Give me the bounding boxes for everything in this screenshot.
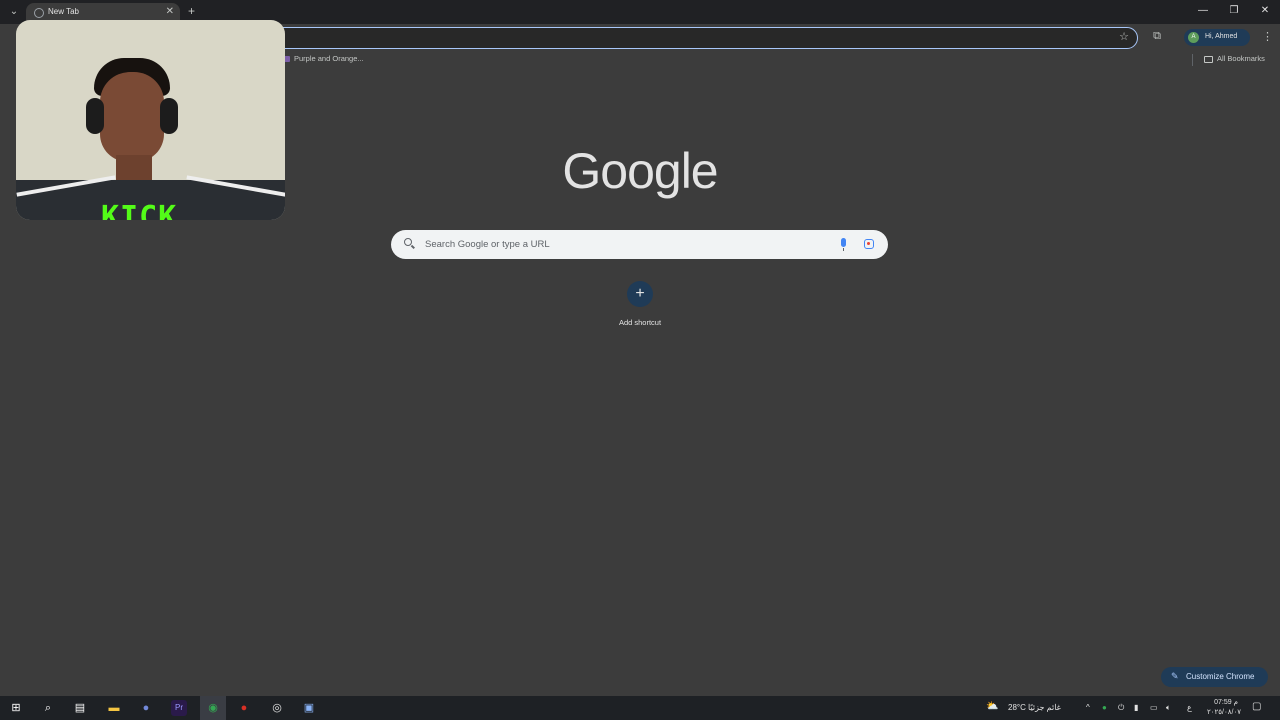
avatar: A — [1188, 32, 1199, 43]
search-box[interactable] — [391, 230, 888, 259]
network-icon[interactable]: ▭ — [1150, 703, 1158, 712]
start-icon[interactable]: ⊞ — [8, 700, 24, 716]
opera-gx-icon[interactable]: ● — [236, 700, 252, 716]
close-window-button[interactable]: ✕ — [1255, 3, 1275, 19]
chrome-favicon-icon — [34, 8, 44, 18]
address-bar[interactable]: ☆ — [260, 27, 1138, 49]
add-shortcut-label: Add shortcut — [618, 318, 662, 327]
folder-icon — [1204, 55, 1213, 63]
minimize-button[interactable]: — — [1193, 3, 1213, 19]
google-logo: Google — [562, 143, 718, 199]
taskbar: ⊞ ⌕ ▤ ▬ ● Pr ◉ ● ◎ ▣ ⛅ 28°C غائم جزئيًا … — [0, 696, 1280, 720]
tab-search-icon[interactable]: ⌄ — [6, 4, 22, 20]
weather-icon[interactable]: ⛅ — [986, 701, 998, 712]
search-icon — [404, 238, 412, 246]
headphone-icon — [160, 98, 178, 134]
file-explorer-icon[interactable]: ▬ — [106, 700, 122, 716]
obs-icon[interactable]: ◎ — [269, 700, 285, 716]
chrome-menu-icon[interactable]: ⋮ — [1262, 30, 1273, 43]
add-shortcut-button[interactable]: + Add shortcut — [606, 281, 674, 331]
weather-text[interactable]: غائم جزئيًا — [1028, 703, 1061, 712]
weather-temp[interactable]: 28°C — [1008, 703, 1026, 712]
tab-title: New Tab — [48, 7, 79, 16]
bookmarks-divider — [1192, 54, 1193, 66]
app-icon[interactable]: ▣ — [301, 700, 317, 716]
notification-icon[interactable]: ▢ — [1252, 701, 1261, 712]
close-tab-icon[interactable]: ✕ — [166, 6, 174, 17]
chrome-icon[interactable]: ◉ — [205, 700, 221, 716]
bookmark-item[interactable]: Purple and Orange... — [284, 54, 364, 63]
volume-icon[interactable]: 🔈︎ — [1166, 703, 1171, 713]
profile-button[interactable]: A Hi, Ahmed — [1184, 29, 1250, 46]
microphone-tray-icon[interactable]: ▮ — [1134, 703, 1138, 712]
all-bookmarks-label: All Bookmarks — [1217, 54, 1265, 63]
task-view-icon[interactable]: ▤ — [72, 700, 88, 716]
restore-button[interactable]: ❐ — [1224, 3, 1244, 19]
bookmark-label: Purple and Orange... — [294, 54, 364, 63]
premiere-pro-icon[interactable]: Pr — [171, 700, 187, 716]
all-bookmarks-button[interactable]: All Bookmarks — [1204, 54, 1265, 63]
google-lens-icon[interactable] — [864, 239, 874, 249]
search-icon[interactable]: ⌕ — [40, 700, 56, 716]
microphone-icon[interactable] — [841, 238, 846, 251]
customize-chrome-label: Customize Chrome — [1186, 672, 1255, 681]
webcam-overlay: KICK — [16, 20, 285, 220]
extensions-icon[interactable]: ⧉ — [1150, 30, 1164, 44]
bookmark-star-icon[interactable]: ☆ — [1119, 30, 1129, 43]
headphone-icon — [86, 98, 104, 134]
power-icon[interactable]: ⏻ — [1118, 703, 1124, 713]
chrome-tray-icon[interactable]: ● — [1102, 703, 1107, 712]
language-indicator[interactable]: ع — [1187, 703, 1192, 712]
discord-icon[interactable]: ● — [138, 700, 154, 716]
pencil-icon: ✎ — [1171, 671, 1179, 681]
clock-time[interactable]: 07:59 م — [1206, 698, 1246, 706]
profile-greeting: Hi, Ahmed — [1205, 33, 1238, 40]
new-tab-button[interactable]: + — [188, 4, 195, 18]
kick-logo: KICK — [101, 200, 178, 220]
search-input[interactable] — [425, 235, 825, 254]
plus-icon: + — [627, 281, 653, 307]
customize-chrome-button[interactable]: ✎ Customize Chrome — [1161, 667, 1268, 687]
webcam-person-face — [100, 72, 164, 162]
chevron-up-icon[interactable]: ^ — [1086, 703, 1090, 712]
clock-date[interactable]: ٢٠٢٥/٠٨/٠٧ — [1200, 708, 1248, 716]
